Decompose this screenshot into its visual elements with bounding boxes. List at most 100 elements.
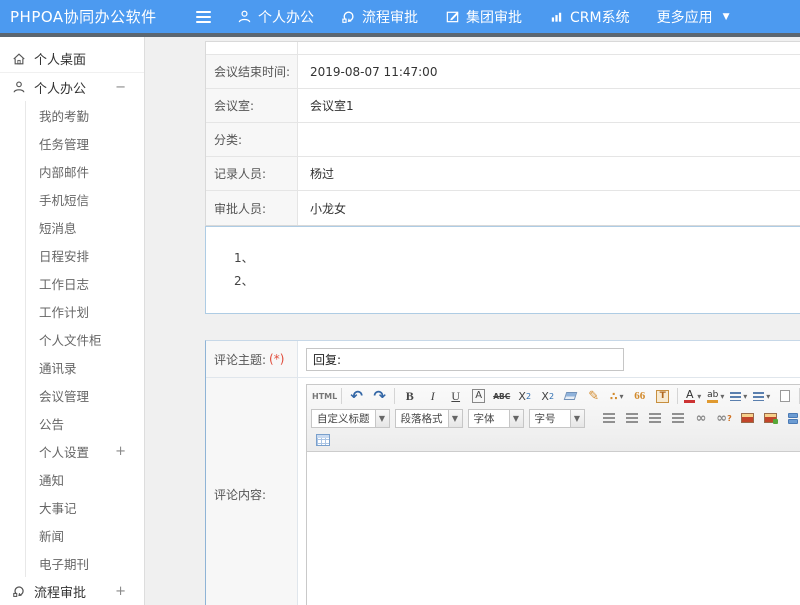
nav-more-apps[interactable]: 更多应用 ▼ (657, 7, 730, 27)
caret-down-icon: ▼ (509, 410, 523, 427)
comment-content-row: 评论内容: HTML ↶ ↷ B (206, 378, 800, 605)
sidebar-item-e-journal[interactable]: 电子期刊 (26, 549, 144, 577)
subscript-button[interactable]: X2 (537, 386, 558, 406)
content-line: 2、 (234, 270, 800, 293)
field-value (298, 123, 800, 156)
upload-image-button[interactable] (760, 408, 781, 428)
insert-module-button[interactable] (783, 408, 800, 428)
paragraph-format-select[interactable]: 段落格式▼ (395, 409, 463, 428)
font-size-select[interactable]: 字号▼ (529, 409, 585, 428)
highlight-color-button[interactable]: ab▾ (705, 386, 726, 406)
sidebar-item-work-log[interactable]: 工作日志 (26, 269, 144, 297)
rich-text-editor: HTML ↶ ↷ B I U A ABC X2 (306, 384, 800, 605)
sidebar-item-meeting-management[interactable]: 会议管理 (26, 381, 144, 409)
quick-format-button[interactable]: ∴▾ (606, 386, 627, 406)
expand-icon[interactable]: + (115, 584, 126, 599)
person-icon (237, 9, 252, 24)
sidebar-item-sms[interactable]: 手机短信 (26, 185, 144, 213)
nav-group-approval[interactable]: 集团审批 (445, 7, 522, 27)
justify-button[interactable] (668, 408, 689, 428)
justify-icon (672, 413, 684, 423)
undo-button[interactable]: ↶ (346, 386, 367, 406)
sidebar-item-work-plan[interactable]: 工作计划 (26, 297, 144, 325)
nav-label: 更多应用 (657, 7, 713, 27)
heading-select[interactable]: 自定义标题▼ (311, 409, 390, 428)
new-page-button[interactable] (774, 386, 795, 406)
toolbar-row-2: 自定义标题▼ 段落格式▼ 字体▼ 字号▼ ∞ ∞? (307, 407, 800, 429)
align-center-button[interactable] (622, 408, 643, 428)
strikethrough-button[interactable]: ABC (491, 386, 512, 406)
field-label: 会议室: (206, 89, 298, 122)
redo-button[interactable]: ↷ (369, 386, 390, 406)
table-grid-icon (316, 434, 330, 446)
sidebar-item-schedule[interactable]: 日程安排 (26, 241, 144, 269)
caret-down-icon: ▼ (448, 410, 462, 427)
hamburger-menu-icon[interactable] (196, 11, 211, 23)
insert-table-button[interactable] (312, 430, 333, 450)
nav-workflow-approval[interactable]: 流程审批 (341, 7, 418, 27)
sidebar-item-notice[interactable]: 通知 (26, 465, 144, 493)
sidebar-item-contacts[interactable]: 通讯录 (26, 353, 144, 381)
unlink-button[interactable]: ∞? (714, 408, 735, 428)
align-right-button[interactable] (645, 408, 666, 428)
field-value: 2019-08-07 11:47:00 (298, 55, 800, 88)
sparkle-icon: ∴ (610, 390, 618, 403)
table-row-meeting-room: 会议室: 会议室1 (206, 89, 800, 123)
italic-button[interactable]: I (422, 386, 443, 406)
table-row-end-time: 会议结束时间: 2019-08-07 11:47:00 (206, 55, 800, 89)
sidebar: 个人桌面 个人办公 − 我的考勤 任务管理 内部邮件 手机短信 短消息 日程安排… (0, 37, 145, 605)
person-icon (12, 80, 26, 94)
table-row (206, 42, 800, 55)
sidebar-item-file-cabinet[interactable]: 个人文件柜 (26, 325, 144, 353)
sidebar-item-desktop[interactable]: 个人桌面 (0, 45, 144, 73)
sidebar-item-short-message[interactable]: 短消息 (26, 213, 144, 241)
superscript-button[interactable]: X2 (514, 386, 535, 406)
list-icon (730, 392, 741, 401)
image-icon (741, 413, 754, 423)
nav-crm-system[interactable]: CRM系统 (549, 7, 630, 27)
comment-subject-input[interactable] (306, 348, 624, 371)
field-value: 杨过 (298, 157, 800, 190)
align-center-icon (626, 413, 638, 423)
comment-subject-label: 评论主题: (*) (206, 341, 298, 377)
editor-content-area[interactable] (307, 452, 800, 605)
sidebar-item-personal-office[interactable]: 个人办公 − (0, 73, 144, 101)
font-color-button[interactable]: A▾ (682, 386, 703, 406)
table-row-recorder: 记录人员: 杨过 (206, 157, 800, 191)
sidebar-item-announcement[interactable]: 公告 (26, 409, 144, 437)
nav-label: CRM系统 (570, 7, 630, 27)
main-content: 会议结束时间: 2019-08-07 11:47:00 会议室: 会议室1 分类… (145, 37, 800, 605)
font-style-button[interactable]: A (468, 386, 489, 406)
insert-link-button[interactable]: ∞ (691, 408, 712, 428)
sidebar-item-personal-settings[interactable]: 个人设置 + (26, 437, 144, 465)
caret-down-icon: ▾ (620, 392, 624, 401)
sidebar-item-workflow-approval[interactable]: 流程审批 + (0, 577, 144, 605)
sidebar-item-news[interactable]: 新闻 (26, 521, 144, 549)
flow-icon (341, 9, 356, 24)
collapse-icon[interactable]: − (115, 80, 126, 95)
source-code-button[interactable]: HTML (312, 386, 337, 406)
paste-as-text-button[interactable]: T (652, 386, 673, 406)
top-navbar: PHPOA协同办公软件 个人办公 流程审批 集团审批 CRM系统 更多应用 ▼ (0, 0, 800, 33)
ordered-list-button[interactable]: ▾ (728, 386, 749, 406)
sidebar-item-task-management[interactable]: 任务管理 (26, 129, 144, 157)
nav-personal-office[interactable]: 个人办公 (237, 7, 314, 27)
sidebar-item-attendance[interactable]: 我的考勤 (26, 101, 144, 129)
toolbar-row-3 (307, 429, 800, 451)
expand-icon[interactable]: + (115, 444, 126, 459)
remove-format-button[interactable] (560, 386, 581, 406)
table-row-category: 分类: (206, 123, 800, 157)
unordered-list-button[interactable]: ▾ (751, 386, 772, 406)
align-left-button[interactable] (599, 408, 620, 428)
nav-label: 集团审批 (466, 7, 522, 27)
format-painter-button[interactable]: ✎ (583, 386, 604, 406)
insert-image-button[interactable] (737, 408, 758, 428)
sidebar-item-internal-mail[interactable]: 内部邮件 (26, 157, 144, 185)
font-family-select[interactable]: 字体▼ (468, 409, 524, 428)
blockquote-button[interactable]: 66 (629, 386, 650, 406)
bold-button[interactable]: B (399, 386, 420, 406)
underline-button[interactable]: U (445, 386, 466, 406)
sidebar-item-events[interactable]: 大事记 (26, 493, 144, 521)
required-mark: (*) (269, 352, 284, 366)
comment-form: 评论主题: (*) 评论内容: HTML (205, 340, 800, 605)
